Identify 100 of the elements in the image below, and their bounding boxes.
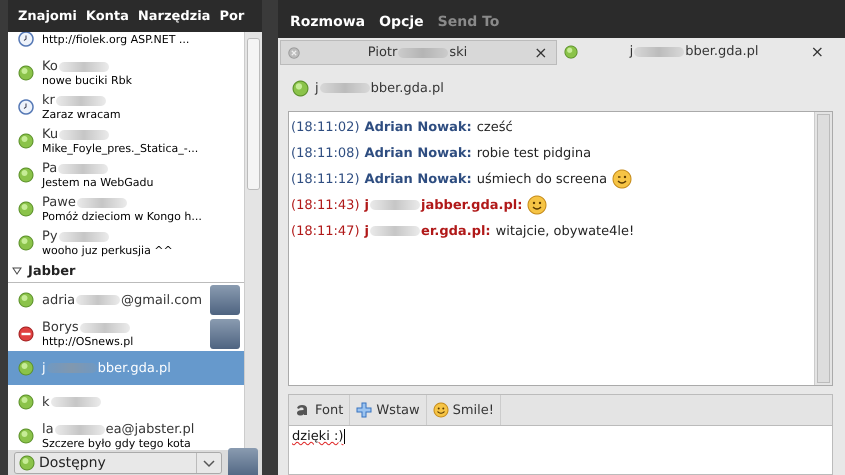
available-status-icon [18, 235, 34, 251]
redaction-blur [370, 226, 420, 236]
timestamp: (18:11:12) [291, 172, 360, 186]
busy-status-icon [18, 326, 34, 342]
clock-icon [18, 99, 34, 115]
avatar-placeholder [228, 448, 258, 475]
timestamp: (18:11:43) [291, 198, 360, 212]
smiley-icon [432, 402, 449, 418]
sender-name: er.gda.pl: [421, 224, 491, 238]
conversation-tab[interactable]: Piotr ski × [280, 40, 556, 65]
menu-item[interactable]: Narzędzia [138, 8, 210, 24]
available-status-icon [18, 133, 34, 149]
contact-row[interactable]: adria @gmail.com [8, 283, 244, 317]
sender-name: Adrian Nowak: [364, 120, 472, 134]
available-status-icon [564, 44, 578, 58]
contact-row[interactable]: kr Zaraz wracam [8, 90, 244, 124]
timestamp: (18:11:08) [291, 146, 360, 160]
close-tab-button[interactable]: × [534, 43, 548, 62]
scrollbar[interactable] [244, 32, 262, 450]
menu-item[interactable]: Opcje [379, 14, 424, 30]
contact-name: kr [42, 93, 55, 108]
redaction-blur [54, 424, 105, 434]
redaction-blur [634, 46, 684, 56]
contact-name: Borys [42, 320, 79, 335]
tab-label: ski [449, 45, 468, 60]
status-message: Mike_Foyle_pres._Statica_-... [42, 142, 200, 155]
status-dropdown[interactable]: Dostępny [14, 452, 222, 474]
contact-name: Pawe [42, 195, 76, 210]
available-status-icon [18, 201, 34, 217]
contact-name: bber.gda.pl [98, 360, 171, 376]
contact-name: la [42, 422, 54, 437]
contact-name: ea@jabster.pl [106, 422, 194, 437]
status-message: Zaraz wracam [42, 108, 122, 121]
timestamp: (18:11:02) [291, 120, 360, 134]
available-status-icon [292, 80, 309, 96]
contact-row[interactable]: Ko nowe buciki Rbk [8, 56, 244, 90]
available-status-icon [18, 167, 34, 183]
status-message: nowe buciki Rbk [42, 74, 133, 87]
contact-row[interactable]: Pawe Pomóż dzieciom w Kongo h... [8, 192, 244, 226]
redaction-blur [58, 232, 109, 242]
redaction-blur [76, 198, 127, 208]
message-text: robie test pidgina [476, 146, 592, 160]
contact-name: j [42, 360, 46, 376]
status-message: Pomóż dzieciom w Kongo h... [42, 210, 203, 223]
menu-item[interactable]: Konta [86, 8, 129, 24]
contact-row[interactable]: Pa Jestem na WebGadu [8, 158, 244, 192]
menu-item[interactable]: Znajomi [18, 8, 77, 24]
redaction-blur [58, 164, 108, 174]
close-tab-button[interactable]: × [810, 42, 824, 61]
sender-name: j [364, 198, 369, 212]
status-message: http://OSnews.pl [42, 335, 134, 348]
redaction-blur [59, 130, 110, 140]
group-label: Jabber [28, 264, 76, 278]
menu-item[interactable]: Rozmowa [290, 14, 366, 30]
available-status-icon [18, 428, 34, 444]
contact-row[interactable]: Ku Mike_Foyle_pres._Statica_-... [8, 124, 244, 158]
available-status-icon [18, 65, 34, 81]
scrollbar[interactable] [814, 112, 832, 385]
expander-down-icon[interactable] [12, 266, 22, 276]
conversation-title: j [315, 80, 319, 96]
contact-name: k [42, 394, 50, 410]
redaction-blur [370, 200, 420, 210]
status-message: wooho juz perkusjia ^^ [42, 244, 174, 257]
menu-item[interactable]: Por [219, 8, 244, 24]
plus-icon [356, 402, 372, 418]
redaction-blur [58, 62, 109, 72]
offline-status-icon [287, 46, 301, 60]
contact-row[interactable]: Py wooho juz perkusjia ^^ [8, 226, 244, 260]
available-status-icon [18, 360, 34, 376]
timestamp: (18:11:47) [291, 224, 360, 238]
tab-label: bber.gda.pl [685, 44, 758, 59]
contact-row[interactable]: Borys http://OSnews.pl [8, 317, 244, 351]
contact-row[interactable]: k [8, 385, 244, 419]
message-input-field[interactable]: dzięki :) [288, 425, 833, 475]
message-text: cześć [476, 120, 513, 134]
redaction-blur [46, 363, 97, 373]
contact-name: Pa [42, 161, 58, 176]
sender-name: Adrian Nowak: [364, 146, 472, 160]
smiley-icon [527, 195, 548, 215]
available-status-icon [18, 292, 34, 308]
contact-name: Ku [42, 127, 58, 142]
contact-row[interactable]: http://fiolek.org ASP.NET ... [8, 32, 244, 56]
message-text: witajcie, obywate4le! [496, 224, 634, 238]
status-message: Szczere było gdy tego kota [42, 437, 192, 450]
message-text: uśmiech do screena [476, 172, 608, 186]
sender-name: Adrian Nowak: [364, 172, 472, 186]
contact-name: Py [42, 229, 58, 244]
conversation-title: bber.gda.pl [370, 80, 444, 96]
tab-label: j [630, 44, 634, 59]
contact-name: @gmail.com [120, 292, 202, 308]
tab-label: Piotr [368, 45, 398, 60]
sender-name: jabber.gda.pl: [421, 198, 522, 212]
winking-smiley-icon [612, 169, 632, 189]
contact-row[interactable]: la ea@jabster.pl Szczere było gdy tego kota [8, 419, 244, 450]
available-status-icon [18, 394, 34, 410]
sender-name: j [364, 224, 369, 238]
contact-name: Ko [42, 59, 58, 74]
redaction-blur [56, 96, 106, 106]
redaction-blur [398, 48, 448, 58]
redaction-blur [76, 295, 120, 305]
